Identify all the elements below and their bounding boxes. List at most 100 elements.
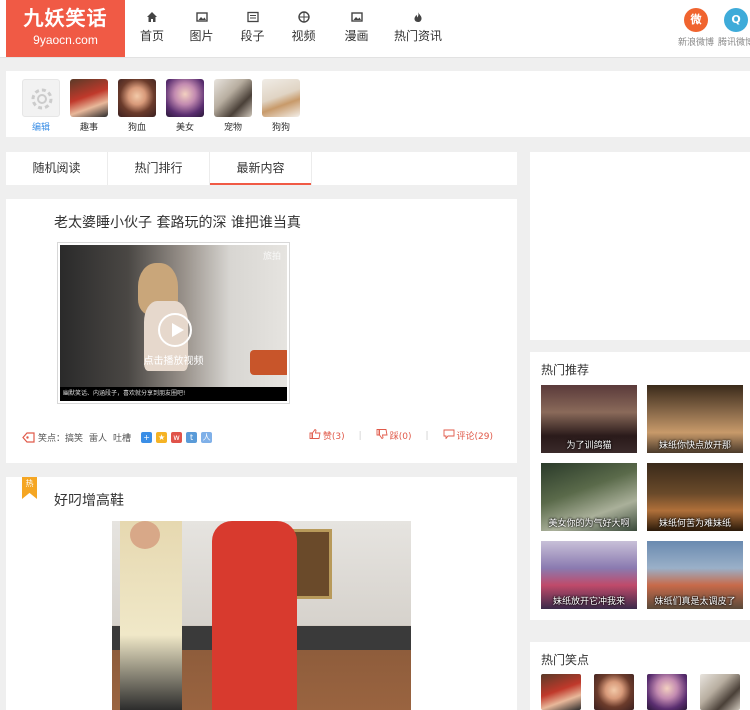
share-weibo-icon[interactable]: w — [171, 431, 183, 443]
category-label: 趣事 — [79, 123, 98, 133]
category-thumbnail — [214, 79, 252, 117]
nav-item-video[interactable]: 视频 — [278, 0, 329, 57]
logo-title: 九妖笑话 — [23, 6, 108, 30]
comment-count: 评论(29) — [456, 432, 493, 442]
dislike-button[interactable]: 踩(0) — [376, 429, 412, 442]
category-label: 美女 — [175, 123, 194, 133]
tab-random[interactable]: 随机阅读 — [6, 152, 108, 185]
share-renren-icon[interactable]: 人 — [201, 431, 213, 443]
category-bar: 编辑 趣事 狗血 美女 宠物 狗狗 — [6, 71, 750, 137]
category-pets[interactable]: 宠物 — [213, 79, 253, 133]
play-icon[interactable] — [158, 313, 192, 347]
video-watermark: 旅拍 — [262, 252, 281, 262]
comic-icon — [350, 12, 363, 22]
recommend-caption: 妹纸何苦为难妹纸 — [658, 519, 731, 529]
category-label: 狗狗 — [271, 123, 290, 133]
nav-item-jokes[interactable]: 段子 — [227, 0, 278, 57]
sina-weibo-link[interactable]: 微 新浪微博 — [674, 8, 718, 48]
tag-item[interactable]: 搞笑 — [65, 431, 83, 444]
site-logo[interactable]: 九妖笑话 9yaocn.com — [6, 0, 125, 57]
text-icon — [246, 11, 259, 23]
category-thumbnail — [70, 79, 108, 117]
comment-button[interactable]: 评论(29) — [443, 429, 493, 442]
category-label: 编辑 — [31, 123, 50, 133]
photo-person-right — [212, 521, 297, 710]
sina-weibo-icon: 微 — [684, 8, 708, 32]
category-dogs[interactable]: 狗狗 — [261, 79, 301, 133]
share-qzone-icon[interactable]: ★ — [156, 431, 168, 443]
video-player[interactable]: 旅拍 点击播放视频 幽默笑话、内涵段子，喜欢就分享到朋友圈吧! — [57, 242, 290, 404]
hot-points-title: 热门笑点 — [541, 653, 590, 667]
recommend-caption: 妹纸们真是太调皮了 — [654, 597, 736, 607]
hot-point-thumbnail[interactable] — [647, 674, 687, 710]
content-tabs: 随机阅读 热门排行 最新内容 — [6, 152, 517, 185]
post-tags: 笑点： 搞笑 雷人 吐槽 + ★ w t 人 — [22, 429, 213, 445]
category-thumbnail — [118, 79, 156, 117]
main-nav: 首页 图片 段子 视频 漫画 热门资讯 — [128, 0, 452, 57]
recommend-item[interactable]: 妹纸放开它冲我来 — [541, 541, 637, 609]
category-fun[interactable]: 趣事 — [69, 79, 109, 133]
logo-subtitle: 9yaocn.com — [33, 33, 98, 47]
gear-icon — [31, 88, 53, 110]
like-button[interactable]: 赞(3) — [309, 429, 345, 442]
photo-person-left-head — [130, 521, 160, 549]
divider: | — [358, 430, 362, 441]
recommend-item[interactable]: 妹纸何苦为难妹纸 — [647, 463, 743, 531]
nav-item-hot-news[interactable]: 热门资讯 — [384, 0, 452, 57]
hot-recommend-title: 热门推荐 — [541, 363, 590, 377]
settings-gear-icon — [22, 79, 60, 117]
recommend-caption: 妹纸你快点放开那 — [658, 441, 731, 451]
recommend-item[interactable]: 妹纸你快点放开那 — [647, 385, 743, 453]
header: 九妖笑话 9yaocn.com 首页 图片 段子 视频 漫画 热门资讯 微 新浪… — [0, 0, 750, 58]
play-video-label: 点击播放视频 — [143, 356, 204, 367]
share-plus-icon[interactable]: + — [141, 431, 153, 443]
nav-item-home[interactable]: 首页 — [128, 0, 176, 57]
thumbs-up-icon — [309, 429, 321, 439]
dislike-count: 踩(0) — [389, 432, 412, 442]
category-label: 狗血 — [127, 123, 146, 133]
tag-item[interactable]: 雷人 — [89, 431, 107, 444]
hot-point-thumbnail[interactable] — [700, 674, 740, 710]
recommend-item[interactable]: 美女你的为气好大啊 — [541, 463, 637, 531]
nav-item-images[interactable]: 图片 — [176, 0, 227, 57]
sina-weibo-label: 新浪微博 — [677, 38, 714, 48]
hot-point-thumbnail[interactable] — [541, 674, 581, 710]
photo-person-left — [120, 521, 182, 710]
post-title[interactable]: 老太婆睡小伙子 套路玩的深 谁把谁当真 — [54, 212, 301, 232]
category-edit[interactable]: 编辑 — [21, 79, 61, 133]
video-icon — [297, 11, 310, 23]
tencent-weibo-label: 腾讯微博 — [717, 38, 750, 48]
image-icon — [195, 12, 208, 22]
category-beauty[interactable]: 美女 — [165, 79, 205, 133]
post-title[interactable]: 好叼增高鞋 — [54, 490, 124, 510]
tab-hot-ranking[interactable]: 热门排行 — [108, 152, 210, 185]
tag-item[interactable]: 吐槽 — [113, 431, 131, 444]
post-image[interactable] — [112, 521, 411, 710]
tag-icon — [22, 431, 35, 443]
flame-icon — [414, 12, 422, 22]
like-count: 赞(3) — [322, 432, 345, 442]
tencent-weibo-link[interactable]: Q 腾讯微博 — [714, 8, 750, 48]
category-thumbnail — [262, 79, 300, 117]
recommend-item[interactable]: 为了训鸽猫 — [541, 385, 637, 453]
video-thumbnail: 旅拍 点击播放视频 幽默笑话、内涵段子，喜欢就分享到朋友圈吧! — [60, 245, 287, 401]
recommend-caption: 美女你的为气好大啊 — [548, 519, 630, 529]
tencent-weibo-icon: Q — [724, 8, 748, 32]
nav-label: 视频 — [291, 29, 316, 43]
home-icon — [147, 12, 157, 22]
hot-points-box: 热门笑点 — [530, 642, 750, 710]
category-thumbnail — [166, 79, 204, 117]
sidebar-ad-box — [530, 152, 750, 340]
recommend-item[interactable]: 妹纸们真是太调皮了 — [647, 541, 743, 609]
video-caption: 幽默笑话、内涵段子，喜欢就分享到朋友圈吧! — [60, 387, 287, 401]
category-drama[interactable]: 狗血 — [117, 79, 157, 133]
hot-point-thumbnail[interactable] — [594, 674, 634, 710]
thumbs-down-icon — [376, 429, 388, 439]
nav-item-comics[interactable]: 漫画 — [329, 0, 384, 57]
hot-badge: 热 — [22, 477, 37, 499]
share-tencent-icon[interactable]: t — [186, 431, 198, 443]
nav-label: 漫画 — [344, 29, 369, 43]
divider: | — [425, 430, 429, 441]
tag-label: 笑点： — [38, 433, 66, 444]
tab-latest[interactable]: 最新内容 — [210, 152, 312, 185]
